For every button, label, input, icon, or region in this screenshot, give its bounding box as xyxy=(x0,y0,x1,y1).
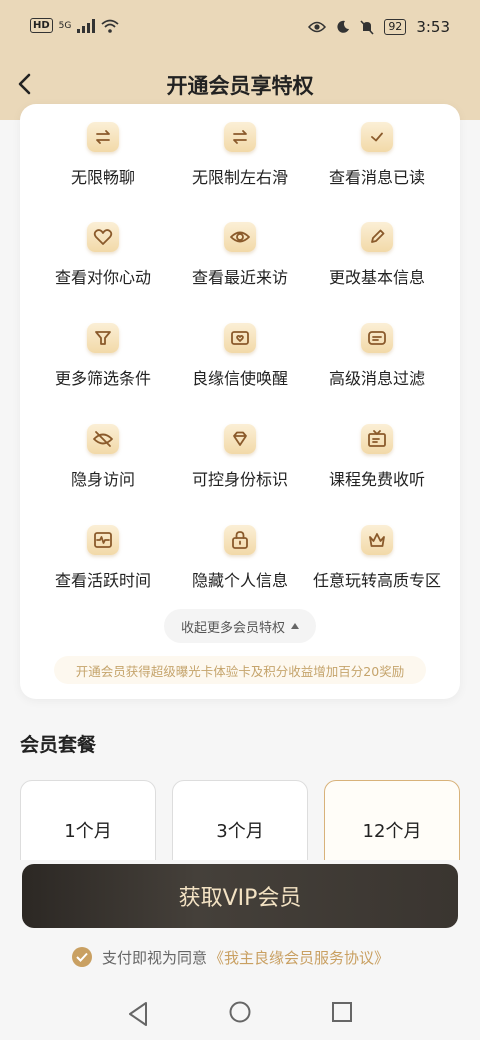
privilege-item[interactable]: 课程免费收听 xyxy=(304,424,450,490)
privilege-label: 查看对你心动 xyxy=(54,268,151,287)
agreement-prefix: 支付即视为同意 xyxy=(102,948,208,967)
privilege-label: 课程免费收听 xyxy=(328,470,425,489)
privilege-label: 任意玩转高质专区 xyxy=(312,571,441,590)
pulse-icon xyxy=(87,525,119,555)
privilege-item[interactable]: 无限制左右滑 xyxy=(167,122,313,188)
privilege-label: 无限制左右滑 xyxy=(191,168,288,187)
tv-icon xyxy=(361,424,393,454)
collapse-privileges-button[interactable]: 收起更多会员特权 xyxy=(164,609,316,643)
eye-off-icon xyxy=(87,424,119,454)
message-lines-icon xyxy=(361,323,393,353)
mute-bell-icon xyxy=(360,19,374,35)
privilege-item[interactable]: 隐藏个人信息 xyxy=(167,525,313,591)
swap-arrows-icon xyxy=(224,122,256,152)
wifi-icon xyxy=(101,19,119,33)
signal-icon xyxy=(77,18,96,33)
network-type: 5G xyxy=(58,20,72,31)
crown-icon xyxy=(361,525,393,555)
filter-icon xyxy=(87,323,119,353)
privilege-item[interactable]: 查看对你心动 xyxy=(30,222,176,288)
eye-comfort-icon xyxy=(308,21,327,33)
plans-title: 会员套餐 xyxy=(20,734,97,756)
privilege-item[interactable]: 良缘信使唤醒 xyxy=(167,323,313,389)
privilege-label: 隐身访问 xyxy=(70,470,135,489)
privilege-item[interactable]: 更多筛选条件 xyxy=(30,323,176,389)
privilege-item[interactable]: 更改基本信息 xyxy=(304,222,450,288)
collapse-label: 收起更多会员特权 xyxy=(180,620,285,636)
lock-icon xyxy=(224,525,256,555)
bonus-note: 开通会员获得超级曝光卡体验卡及积分收益增加百分20奖励 xyxy=(54,656,426,684)
status-bar: HD 5G 92 3:53 xyxy=(0,0,480,56)
privilege-label: 更多筛选条件 xyxy=(54,369,151,388)
clock: 3:53 xyxy=(416,18,450,36)
plans-list: 1个月 3个月 12个月 xyxy=(20,780,460,860)
privilege-item[interactable]: 查看活跃时间 xyxy=(30,525,176,591)
agreement-link[interactable]: 《我主良缘会员服务协议》 xyxy=(209,947,389,968)
page-title: 开通会员享特权 xyxy=(166,74,314,98)
diamond-icon xyxy=(224,424,256,454)
agreement-row: 支付即视为同意 《我主良缘会员服务协议》 xyxy=(72,945,389,969)
plan-label: 3个月 xyxy=(216,821,264,842)
nav-recents-icon[interactable] xyxy=(331,1001,353,1023)
privilege-label: 可控身份标识 xyxy=(191,470,288,489)
plan-option-2[interactable]: 3个月 xyxy=(172,780,308,860)
plan-option-1[interactable]: 1个月 xyxy=(20,780,156,860)
hd-badge: HD xyxy=(30,18,53,33)
pencil-icon xyxy=(361,222,393,252)
check-icon xyxy=(76,952,88,962)
privilege-label: 无限畅聊 xyxy=(70,168,135,187)
battery-indicator: 92 xyxy=(384,19,407,35)
get-vip-button[interactable]: 获取VIP会员 xyxy=(22,864,458,928)
swap-arrows-icon xyxy=(87,122,119,152)
privilege-label: 良缘信使唤醒 xyxy=(191,369,288,388)
system-nav-bar xyxy=(0,985,480,1040)
eye-icon xyxy=(224,222,256,252)
plan-label: 1个月 xyxy=(64,821,112,842)
nav-home-icon[interactable] xyxy=(229,1001,251,1023)
caret-up-icon xyxy=(291,623,299,629)
check-message-icon xyxy=(361,122,393,152)
privilege-label: 查看消息已读 xyxy=(328,168,425,187)
plan-option-3[interactable]: 12个月 xyxy=(324,780,460,860)
plan-label: 12个月 xyxy=(362,821,422,842)
privilege-item[interactable]: 查看最近来访 xyxy=(167,222,313,288)
privilege-label: 查看最近来访 xyxy=(191,268,288,287)
privilege-item[interactable]: 高级消息过滤 xyxy=(304,323,450,389)
privileges-card: 无限畅聊 无限制左右滑 查看消息已读查看对你心动 查看最近来访 更改基本信息更多筛选条件… xyxy=(20,104,460,699)
agree-checkbox[interactable] xyxy=(72,947,92,967)
privilege-item[interactable]: 无限畅聊 xyxy=(30,122,176,188)
heart-envelope-icon xyxy=(224,323,256,353)
privilege-label: 更改基本信息 xyxy=(328,268,425,287)
nav-back-icon[interactable] xyxy=(127,1001,149,1027)
privilege-item[interactable]: 查看消息已读 xyxy=(304,122,450,188)
heart-icon xyxy=(87,222,119,252)
privilege-label: 高级消息过滤 xyxy=(328,369,425,388)
privilege-label: 查看活跃时间 xyxy=(54,571,151,590)
privilege-label: 隐藏个人信息 xyxy=(191,571,288,590)
moon-icon xyxy=(337,20,350,33)
privilege-item[interactable]: 任意玩转高质专区 xyxy=(304,525,450,591)
privilege-item[interactable]: 隐身访问 xyxy=(30,424,176,490)
privilege-item[interactable]: 可控身份标识 xyxy=(167,424,313,490)
